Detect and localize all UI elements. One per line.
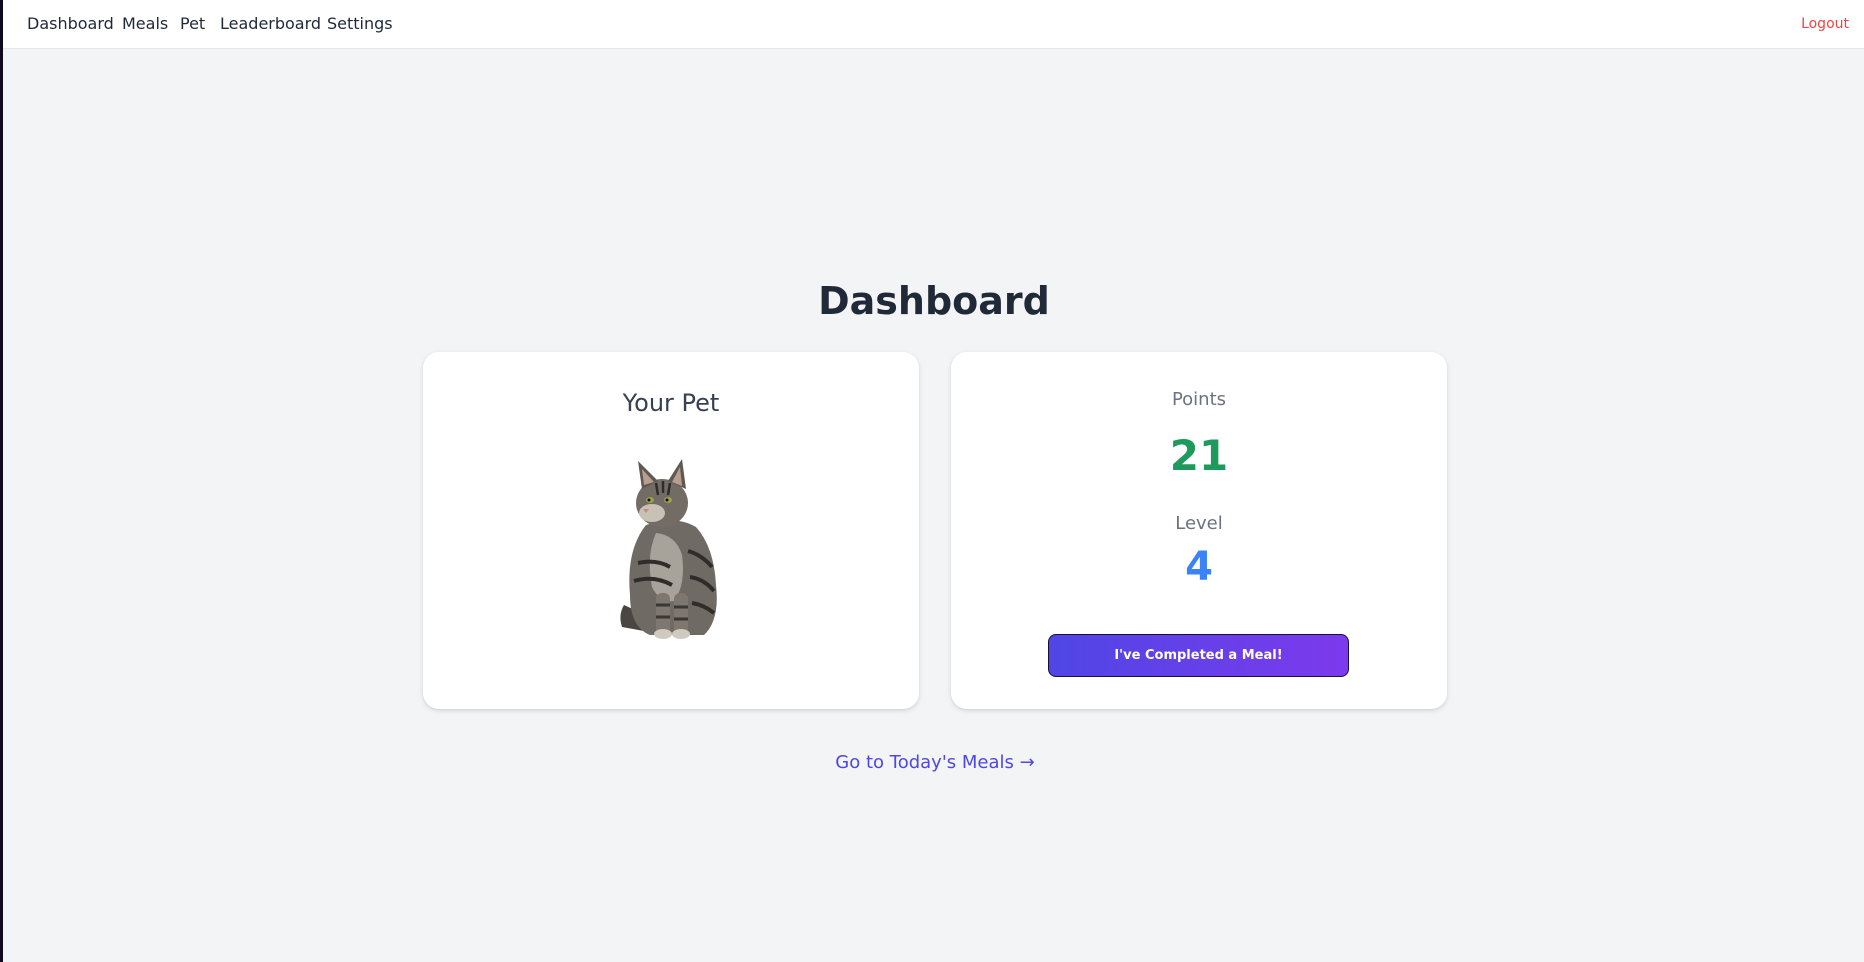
nav-dashboard[interactable]: Dashboard (27, 14, 114, 34)
points-label: Points (1171, 389, 1227, 410)
pet-card: Your Pet (423, 352, 919, 709)
todays-meals-link[interactable]: Go to Today's Meals → (0, 752, 1864, 774)
stats-card: Points 21 Level 4 I've Completed a Meal! (951, 352, 1447, 709)
page-title: Dashboard (818, 279, 1050, 323)
level-value: 4 (1185, 544, 1213, 590)
logout-link[interactable]: Logout (1801, 15, 1849, 33)
top-navbar: Dashboard Meals Pet Leaderboard Settings… (3, 0, 1864, 49)
pet-card-title: Your Pet (622, 389, 720, 417)
nav-settings[interactable]: Settings (327, 14, 393, 34)
points-value: 21 (1169, 431, 1229, 480)
complete-meal-button[interactable]: I've Completed a Meal! (1048, 634, 1349, 677)
nav-leaderboard[interactable]: Leaderboard (220, 14, 321, 34)
cat-icon (620, 459, 717, 639)
nav-meals[interactable]: Meals (122, 14, 168, 34)
level-label: Level (1175, 513, 1223, 534)
window-edge (0, 0, 3, 962)
nav-pet[interactable]: Pet (180, 14, 205, 34)
